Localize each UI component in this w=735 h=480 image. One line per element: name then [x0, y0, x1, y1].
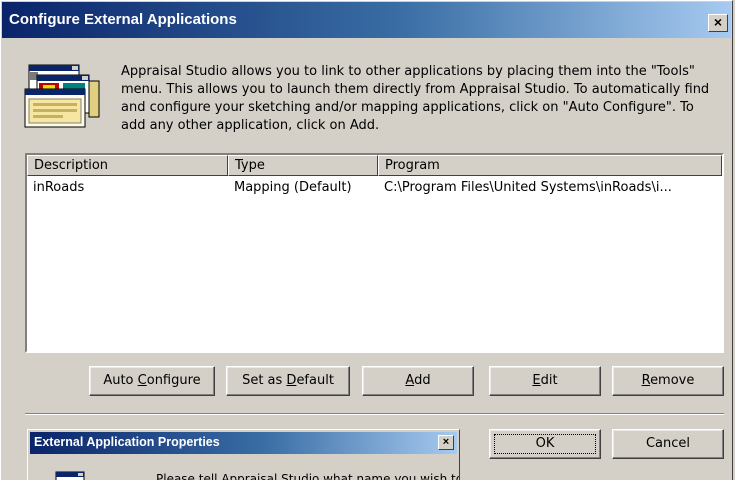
cell-type: Mapping (Default) — [234, 180, 352, 195]
auto-configure-button[interactable]: Auto Configure — [89, 366, 215, 396]
edit-label-post: dit — [540, 373, 558, 388]
subwindow-title: External Application Properties — [34, 435, 220, 449]
close-icon: × — [713, 14, 723, 30]
ok-button[interactable]: OK — [489, 429, 601, 459]
auto-configure-label-pre: Auto — [103, 373, 138, 388]
close-button[interactable]: × — [708, 14, 728, 32]
remove-label-post: emove — [650, 373, 695, 388]
auto-configure-accel-key: C — [137, 373, 147, 388]
column-header-program[interactable]: Program — [378, 155, 722, 176]
title-bar[interactable]: Configure External Applications × — [2, 2, 731, 38]
cancel-label: Cancel — [645, 436, 691, 451]
subwindow-close-button[interactable]: × — [438, 435, 454, 450]
cell-description: inRoads — [33, 180, 85, 195]
subwindow-title-bar[interactable]: External Application Properties × — [30, 432, 457, 454]
auto-configure-label-post: onfigure — [146, 373, 201, 388]
add-label-post: dd — [414, 373, 431, 388]
list-item[interactable]: inRoads Mapping (Default) C:\Program Fil… — [27, 177, 722, 199]
intro-text: Appraisal Studio allows you to link to o… — [121, 64, 710, 133]
cell-program: C:\Program Files\United Systems\inRoads\… — [384, 180, 672, 195]
subwindow-prompt-text: Please tell Appraisal Studio what name y… — [156, 472, 460, 480]
column-header-description[interactable]: Description — [27, 155, 228, 176]
column-header-type[interactable]: Type — [228, 155, 378, 176]
set-as-default-button[interactable]: Set as Default — [226, 366, 350, 396]
dialog-title: Configure External Applications — [9, 11, 237, 28]
add-accel-key: A — [405, 373, 415, 388]
set-default-label-post: efault — [296, 373, 334, 388]
configure-external-applications-dialog: Configure External Applications × Apprai… — [0, 0, 733, 480]
add-button[interactable]: Add — [362, 366, 474, 396]
applications-list[interactable]: Description Type Program inRoads Mapping… — [25, 153, 724, 353]
focus-rectangle — [494, 434, 596, 454]
set-default-label-pre: Set as — [242, 373, 287, 388]
edit-button[interactable]: Edit — [489, 366, 601, 396]
remove-accel-key: R — [641, 373, 651, 388]
application-windows-icon — [24, 64, 100, 128]
cancel-button[interactable]: Cancel — [612, 429, 724, 459]
set-default-accel-key: D — [286, 373, 297, 388]
edit-accel-key: E — [532, 373, 541, 388]
remove-button[interactable]: Remove — [612, 366, 724, 396]
close-icon: × — [442, 436, 450, 448]
separator-line — [25, 413, 724, 415]
application-window-icon — [55, 471, 85, 480]
list-header: Description Type Program — [27, 155, 722, 176]
external-application-properties-window: External Application Properties × Please… — [27, 429, 460, 480]
